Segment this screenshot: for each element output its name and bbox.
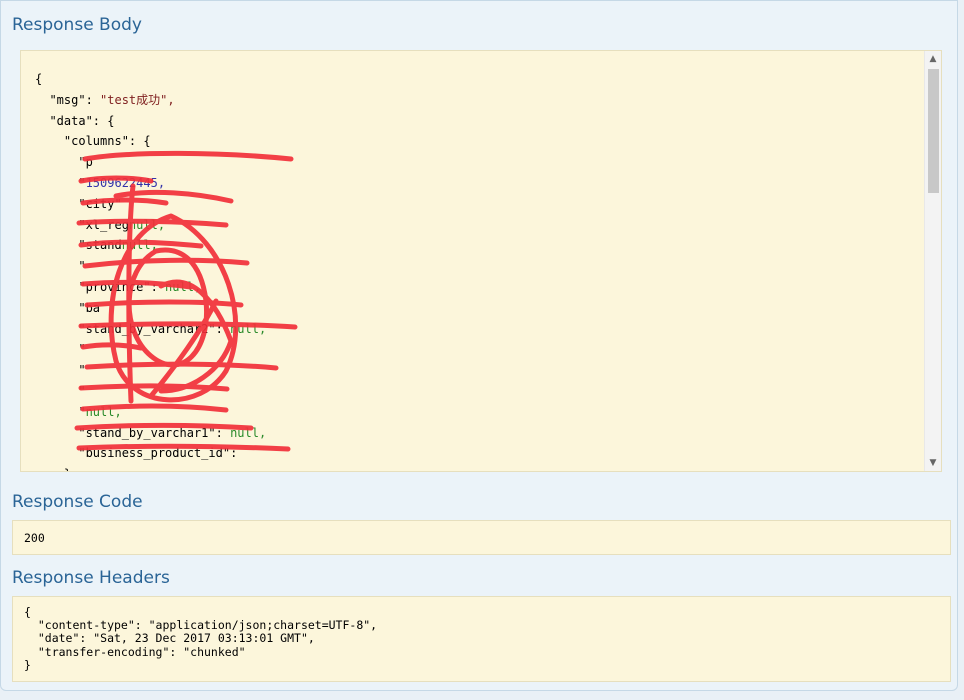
response-headers-container: { "content-type": "application/json;char… (12, 596, 951, 682)
code-key: "columns": { (35, 134, 151, 149)
code-key: "data": { (35, 113, 115, 128)
code-line: "ba (35, 301, 100, 315)
code-line: " (35, 259, 86, 274)
header-line: { (24, 605, 31, 619)
code-key: "p (35, 155, 93, 170)
code-line: "city" (35, 196, 122, 211)
code-key: "city" (35, 196, 122, 211)
code-line: "msg": "test成功", (35, 92, 175, 107)
code-value: "test成功", (100, 92, 175, 107)
code-key: " (35, 404, 86, 419)
response-body-title: Response Body (12, 15, 142, 35)
code-value: null, (128, 217, 166, 232)
code-key: " (35, 175, 86, 190)
header-line: "transfer-encoding": "chunked" (24, 644, 246, 659)
code-key: { (35, 72, 43, 86)
response-headers-code: { "content-type": "application/json;char… (24, 605, 378, 672)
chevron-up-icon[interactable]: ▲ (925, 51, 941, 67)
header-line: "date": "Sat, 23 Dec 2017 03:13:01 GMT", (24, 631, 315, 646)
code-line: "columns": { (35, 134, 151, 148)
code-key: "msg": (35, 92, 101, 107)
code-key: "stand_by_varchar1": (35, 425, 231, 440)
response-code-value: 200 (24, 531, 45, 545)
code-value: null, (121, 238, 158, 253)
response-panel: Response Body { "msg": "test成功", "data":… (0, 0, 958, 691)
code-key: "province": (35, 279, 166, 294)
code-key: " (35, 259, 86, 274)
code-value: 1509622445, (85, 175, 166, 190)
code-line: "business_product_id": (35, 446, 245, 460)
code-line: "p (35, 155, 93, 170)
code-line: }, (35, 467, 78, 471)
code-line: "province": null, (35, 280, 201, 294)
code-key: "xl_reg (35, 217, 129, 232)
response-headers-title: Response Headers (12, 568, 170, 588)
header-line: "content-type": "application/json;charse… (24, 618, 378, 633)
code-line: "standnull, (35, 238, 158, 253)
code-key: "stand_by_varchar2": (35, 321, 231, 336)
code-line: { (35, 72, 42, 86)
code-key: }, (35, 467, 78, 471)
code-value: null, (230, 425, 267, 440)
code-key: "business_product_id": (35, 446, 245, 461)
response-body-code: { "msg": "test成功", "data": { "columns": … (35, 69, 266, 471)
header-line: } (24, 657, 31, 672)
code-line: " (35, 383, 86, 398)
code-value: null, (165, 279, 202, 294)
code-key: " (35, 342, 86, 357)
code-line: "xl_regnull, (35, 218, 165, 232)
chevron-down-icon[interactable]: ▼ (925, 455, 941, 471)
code-value: null, (85, 404, 122, 419)
code-line: "stand_by_varchar2": null, (35, 322, 266, 336)
code-key: "ba (35, 300, 101, 315)
vertical-scrollbar[interactable]: ▲ ▼ (924, 51, 941, 471)
code-line: "stand_by_varchar1": null, (35, 426, 266, 440)
response-body-container[interactable]: { "msg": "test成功", "data": { "columns": … (20, 50, 942, 472)
response-code-title: Response Code (12, 492, 143, 512)
response-code-container: 200 (12, 520, 951, 555)
code-key: "stand (35, 238, 122, 253)
code-line: "null, (35, 404, 122, 419)
code-line: " (35, 363, 86, 378)
code-line: " (35, 342, 86, 357)
code-line: "1509622445, (35, 176, 165, 190)
code-value: null, (230, 321, 267, 336)
code-line: "data": { (35, 114, 114, 128)
scrollbar-thumb[interactable] (928, 69, 939, 193)
code-key: " (35, 383, 86, 398)
code-key: " (35, 363, 86, 378)
